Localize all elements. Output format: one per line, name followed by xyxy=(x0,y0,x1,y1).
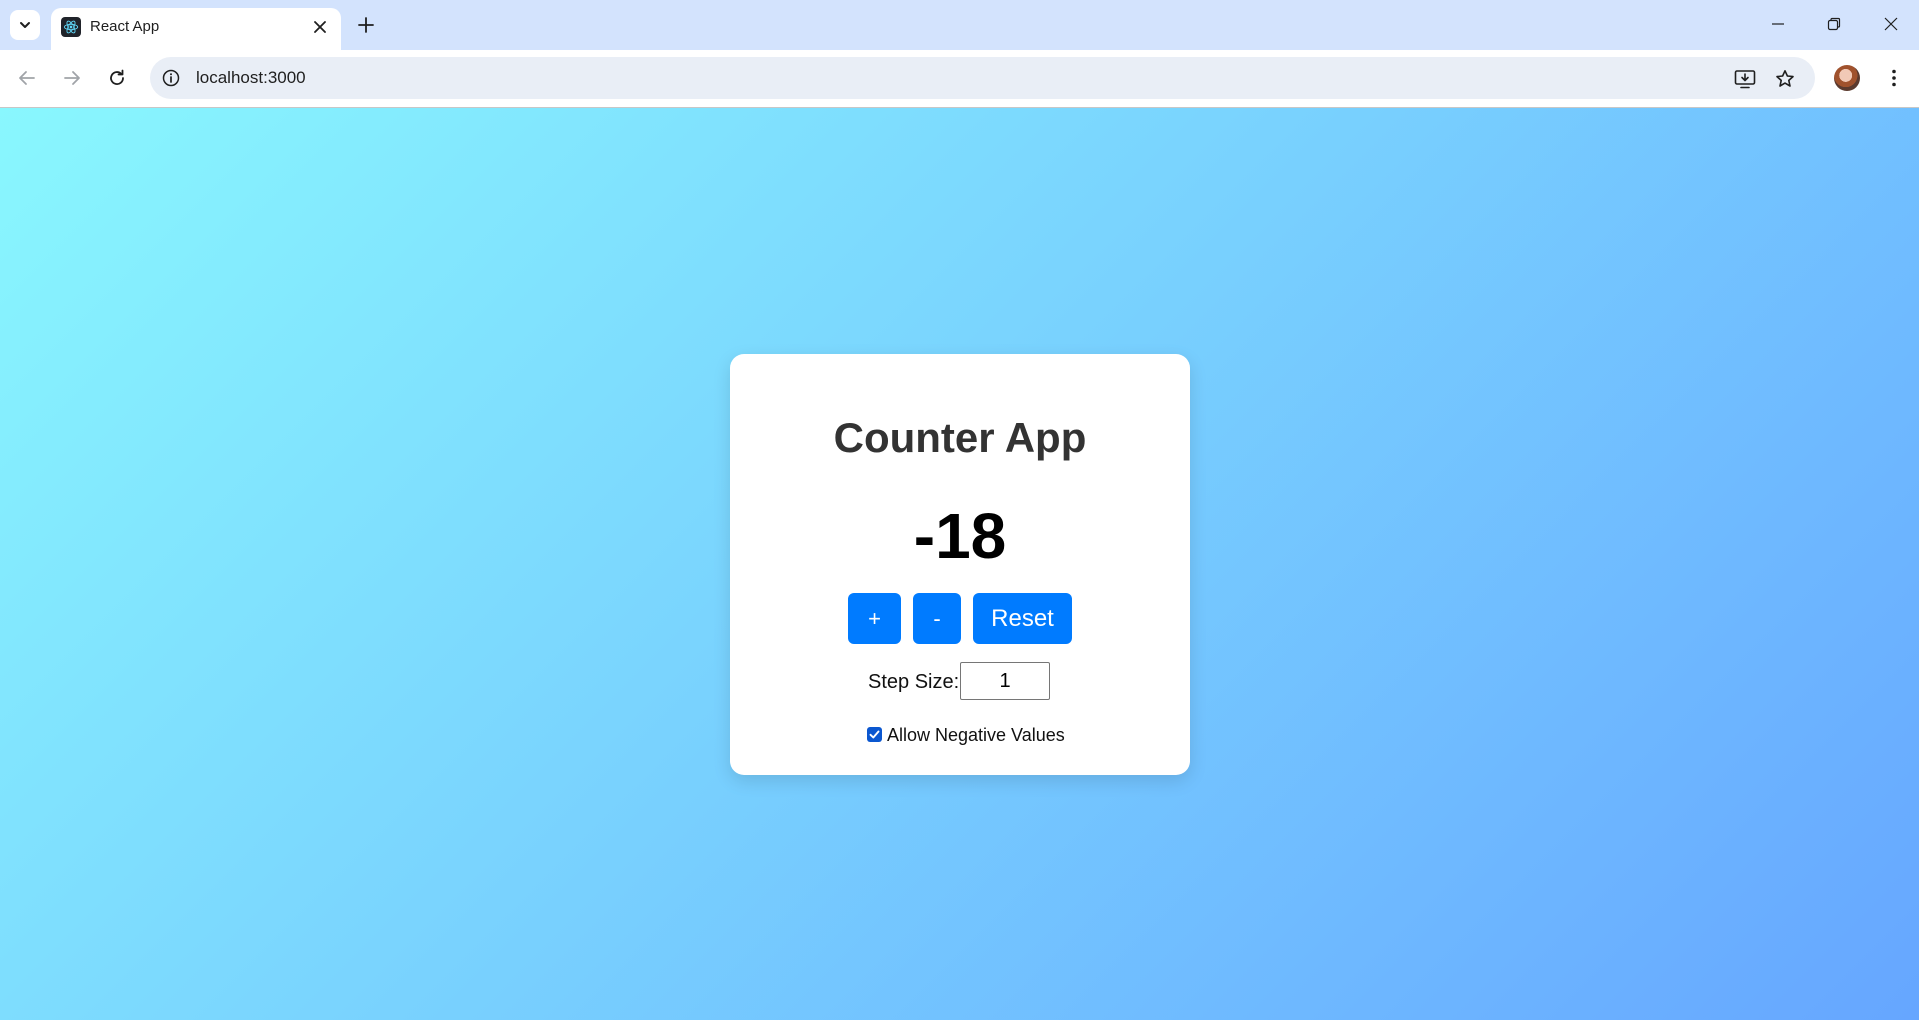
arrow-right-icon xyxy=(64,71,80,85)
tab-close-button[interactable] xyxy=(309,16,331,38)
reset-button[interactable]: Reset xyxy=(973,593,1072,644)
bookmark-button[interactable] xyxy=(1772,67,1798,91)
install-app-button[interactable] xyxy=(1732,67,1758,91)
install-icon xyxy=(1734,70,1756,89)
chevron-down-icon xyxy=(20,22,30,28)
close-window-button[interactable] xyxy=(1868,5,1914,43)
decrement-button[interactable]: - xyxy=(913,593,961,644)
plus-icon xyxy=(358,17,374,33)
address-url: localhost:3000 xyxy=(196,68,306,87)
allow-negative-row: Allow Negative Values xyxy=(730,724,1190,750)
new-tab-button[interactable] xyxy=(351,10,381,40)
react-icon xyxy=(61,17,81,37)
browser-toolbar: localhost:3000 xyxy=(0,50,1919,108)
reload-button[interactable] xyxy=(101,62,133,94)
counter-value: -18 xyxy=(913,500,1007,572)
step-size-label: Step Size: xyxy=(868,671,960,693)
minimize-icon xyxy=(1772,23,1784,25)
close-icon xyxy=(314,21,326,33)
address-bar[interactable]: localhost:3000 xyxy=(150,57,1815,99)
browser-menu-button[interactable] xyxy=(1879,63,1909,93)
increment-button[interactable]: + xyxy=(848,593,901,644)
restore-button[interactable] xyxy=(1811,5,1857,43)
back-button[interactable] xyxy=(11,62,43,94)
tab-search-button[interactable] xyxy=(10,10,40,40)
arrow-left-icon xyxy=(19,71,35,85)
browser-tab[interactable]: React App xyxy=(51,8,341,50)
tab-title: React App xyxy=(90,18,160,35)
site-info-button[interactable] xyxy=(160,67,182,89)
app-title: Counter App xyxy=(833,414,1087,461)
step-size-input[interactable] xyxy=(960,662,1050,700)
info-icon xyxy=(162,69,180,87)
allow-negative-checkbox[interactable] xyxy=(867,727,882,742)
reload-icon xyxy=(110,69,124,85)
close-icon xyxy=(1884,17,1898,31)
checkmark-icon xyxy=(869,730,880,739)
allow-negative-label[interactable]: Allow Negative Values xyxy=(887,725,1065,746)
counter-card: Counter App -18 + - Reset Step Size: All… xyxy=(730,354,1190,775)
restore-icon xyxy=(1827,17,1841,31)
profile-avatar[interactable] xyxy=(1834,65,1860,91)
step-size-row: Step Size: xyxy=(730,662,1190,702)
browser-tab-strip: React App xyxy=(0,0,1919,50)
forward-button[interactable] xyxy=(56,62,88,94)
minimize-button[interactable] xyxy=(1755,5,1801,43)
star-icon xyxy=(1776,70,1794,87)
page-viewport: Counter App -18 + - Reset Step Size: All… xyxy=(0,108,1919,1020)
more-vertical-icon xyxy=(1892,69,1896,87)
